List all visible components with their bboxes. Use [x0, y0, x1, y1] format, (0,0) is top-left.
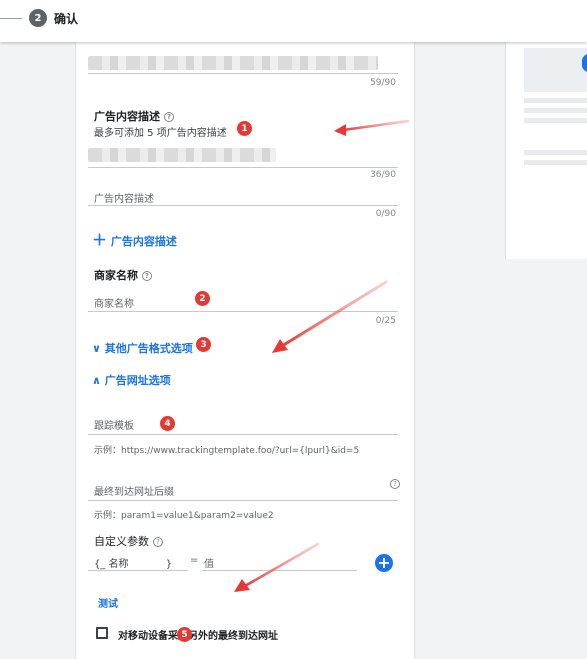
add-custom-param-button[interactable]: + [375, 554, 393, 572]
add-description-button[interactable]: ＋ 广告内容描述 [92, 229, 177, 250]
mobile-url-checkbox[interactable] [96, 627, 108, 639]
preview-blue-icon [582, 54, 587, 72]
business-name-title-text: 商家名称 [94, 269, 138, 282]
preview-line [524, 98, 587, 103]
ad-preview-card [505, 42, 587, 259]
description-2-input[interactable]: 广告内容描述 [94, 190, 154, 205]
description-2-counter: 0/90 [375, 209, 396, 219]
brace-open: {_ [94, 559, 106, 570]
field-underline [202, 570, 357, 571]
tracking-template-example: 示例：https://www.trackingtemplate.foo/?url… [94, 446, 360, 456]
annotation-badge-5: 5 [177, 627, 192, 642]
business-name-counter: 0/25 [375, 316, 396, 326]
preview-line [524, 150, 587, 155]
field-underline [88, 434, 398, 435]
brace-close: } [165, 559, 173, 570]
headline-counter: 59/90 [370, 78, 396, 88]
annotation-badge-4: 4 [160, 416, 175, 431]
preview-line [524, 118, 587, 123]
description-title-text: 广告内容描述 [94, 110, 160, 123]
description-input-blurred[interactable] [88, 148, 276, 162]
description-section-title: 广告内容描述? [94, 108, 174, 124]
field-underline [88, 73, 398, 74]
field-underline [88, 205, 398, 206]
preview-line [524, 108, 587, 113]
help-icon[interactable]: ? [153, 537, 163, 547]
chevron-up-icon: ∧ [92, 374, 101, 387]
field-underline [88, 311, 398, 312]
step-number-badge: 2 [29, 9, 47, 27]
help-icon[interactable]: ? [390, 479, 400, 489]
preview-image-placeholder [524, 48, 587, 92]
url-options-toggle[interactable]: ∧ 广告网址选项 [92, 372, 171, 388]
field-underline [88, 500, 398, 501]
description-1-counter: 36/90 [370, 170, 396, 180]
mobile-url-checkbox-label[interactable]: 对移动设备采用另外的最终到达网址 [118, 627, 278, 642]
step-label[interactable]: 确认 [54, 10, 78, 27]
custom-params-title-text: 自定义参数 [94, 535, 149, 548]
custom-params-title: 自定义参数? [94, 533, 163, 549]
annotation-badge-2: 2 [195, 291, 210, 306]
help-icon[interactable]: ? [142, 271, 152, 281]
field-underline [88, 570, 188, 571]
business-name-input[interactable]: 商家名称 [94, 295, 134, 310]
chevron-down-icon: ∨ [92, 342, 101, 355]
test-link[interactable]: 测试 [98, 595, 118, 610]
field-underline [88, 167, 398, 168]
final-url-suffix-example: 示例：param1=value1&param2=value2 [94, 511, 274, 521]
other-format-options-toggle[interactable]: ∨ 其他广告格式选项 [92, 340, 193, 356]
custom-param-name-input[interactable]: {_ 名称 } [94, 555, 172, 570]
final-url-suffix-input[interactable]: 最终到达网址后缀 [94, 483, 174, 498]
help-icon[interactable]: ? [164, 112, 174, 122]
equals-sign: = [190, 555, 199, 566]
preview-line [524, 160, 587, 165]
tracking-template-input[interactable]: 跟踪模板 [94, 417, 134, 432]
add-description-label: 广告内容描述 [110, 235, 177, 248]
description-subtitle: 最多可添加 5 项广告内容描述 [94, 128, 227, 139]
annotation-badge-1: 1 [237, 121, 252, 136]
step-connector [0, 18, 22, 19]
headline-input-blurred[interactable] [88, 56, 378, 70]
custom-param-name-placeholder: 名称 [108, 559, 129, 570]
custom-param-value-input[interactable]: 值 [204, 555, 214, 570]
business-name-title: 商家名称? [94, 267, 152, 283]
stepper-header: 2 确认 [0, 0, 587, 42]
other-format-options-label: 其他广告格式选项 [104, 342, 193, 355]
annotation-badge-3: 3 [196, 337, 211, 352]
plus-icon: ＋ [92, 231, 108, 249]
url-options-label: 广告网址选项 [104, 374, 171, 387]
